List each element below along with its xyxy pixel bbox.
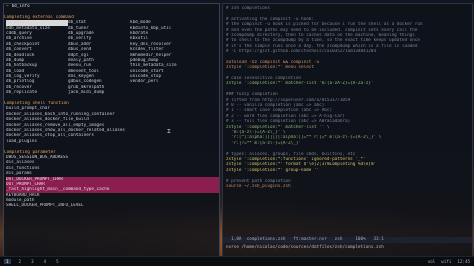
editor-status-line: 1,0A completions.zsh ft:master.nvr zsh 1… [223,237,472,243]
completion-candidate[interactable]: jack_midi_dump [68,90,130,95]
workspace-button[interactable]: 1 [4,258,11,265]
parameter-list: DBUS_SESSION_BUS_ADDRESS dis_aliases dis_f… [4,155,219,209]
parameter-item[interactable]: SHELL_DOCKER_PROMPT_INFO_LEVEL [6,203,219,208]
file-path-line: nvrse /home/nicolas/code/sources/dotfile… [226,244,384,250]
tray-item[interactable]: 12:45 [457,259,470,264]
workspace-button[interactable]: 2 [17,259,24,264]
left-terminal-pane[interactable]: ~ bd_info Completing external command bd… [3,3,220,257]
workspace-button[interactable]: 4 [42,259,49,264]
prompt-command[interactable]: bd_info [12,4,30,9]
taskbar: 1 23 45 vol wifi 12:45 [0,256,474,266]
workspace-button[interactable]: 3 [29,259,36,264]
code-listing: # zsh completions # activating the compi… [223,4,472,189]
completion-candidate[interactable]: db_replicate [6,90,68,95]
completion-candidate[interactable] [130,90,198,95]
workspace-list: 1 23 45 [4,258,61,265]
tray-item[interactable]: wifi [441,259,451,264]
workspace-button[interactable]: 5 [54,259,61,264]
system-tray: vol wifi 12:45 [428,259,470,264]
shell-function-list: build_prompt_char docker_aliases_bash_int… [4,106,219,144]
mouse-cursor-icon: ⌶ [167,128,171,135]
code-line: source ~/.zsh_plugins.zsh [226,183,291,189]
right-editor-pane[interactable]: # zsh completions # activating the compi… [222,3,473,257]
tray-item[interactable]: vol [428,259,436,264]
external-command-grid: bd_info db_stat kbd_mode bdb_metadata_size d… [4,20,219,95]
